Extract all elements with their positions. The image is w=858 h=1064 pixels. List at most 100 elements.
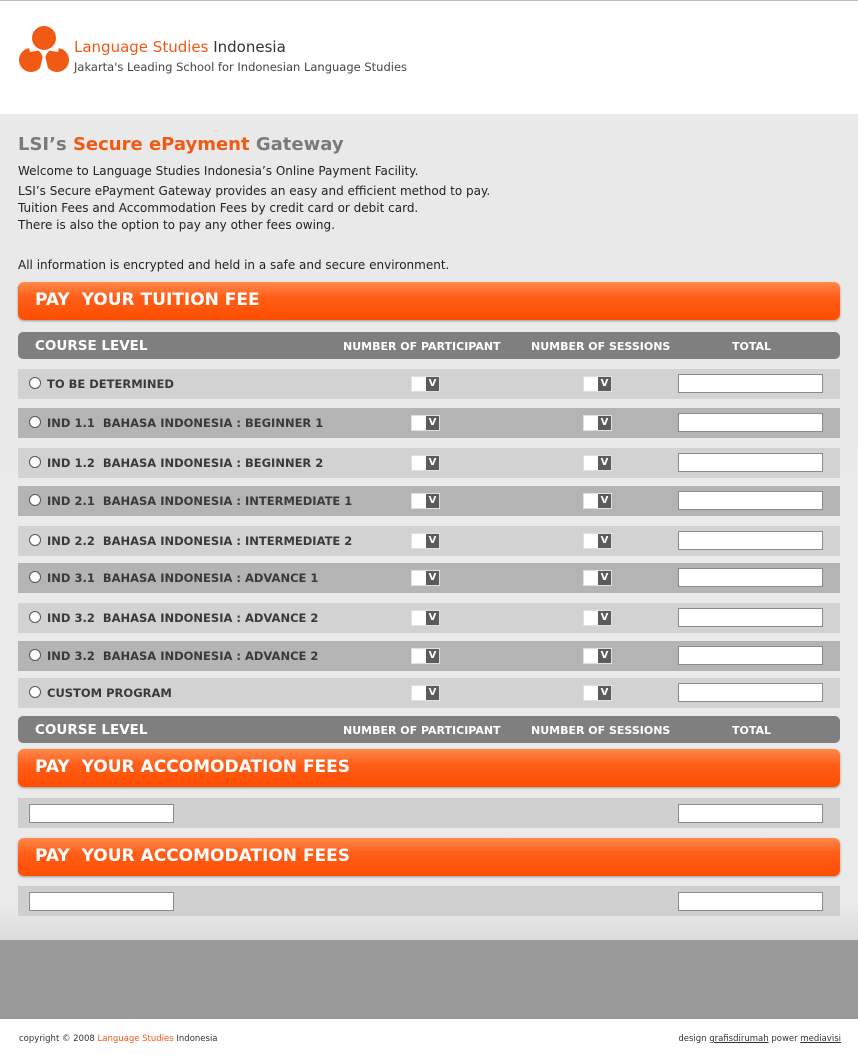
accommodation-section-title: PAY YOUR ACCOMODATION FEES	[35, 757, 351, 777]
course-radio[interactable]	[29, 686, 41, 698]
course-row: IND 2.1 BAHASA INDONESIA : INTERMEDIATE …	[18, 486, 840, 516]
footer-credits: design grafisdirumah power mediavisi	[678, 1034, 841, 1044]
total-input[interactable]	[678, 491, 823, 510]
sessions-select[interactable]: V	[583, 685, 612, 701]
accommodation-section-header-2: PAY YOUR ACCOMODATION FEES	[18, 838, 840, 876]
chevron-down-icon: V	[598, 534, 611, 548]
total-input[interactable]	[678, 608, 823, 627]
participants-select[interactable]: V	[411, 648, 440, 664]
course-label: IND 1.2 BAHASA INDONESIA : BEGINNER 2	[47, 456, 324, 470]
chevron-down-icon: V	[426, 416, 439, 430]
course-row: IND 1.1 BAHASA INDONESIA : BEGINNER 1 V V	[18, 408, 840, 438]
chevron-down-icon: V	[426, 534, 439, 548]
course-row: IND 3.2 BAHASA INDONESIA : ADVANCE 2 V V	[18, 603, 840, 633]
logo-brand-rest: Indonesia	[213, 38, 286, 56]
footer-course-level: COURSE LEVEL	[35, 722, 148, 738]
chevron-down-icon: V	[598, 416, 611, 430]
footer-band	[0, 940, 858, 1019]
total-input[interactable]	[678, 453, 823, 472]
course-label: IND 2.2 BAHASA INDONESIA : INTERMEDIATE …	[47, 534, 353, 548]
chevron-down-icon: V	[426, 686, 439, 700]
design-link[interactable]: grafisdirumah	[709, 1034, 768, 1044]
accommodation-section-title-2: PAY YOUR ACCOMODATION FEES	[35, 846, 351, 866]
course-radio[interactable]	[29, 416, 41, 428]
sessions-select[interactable]: V	[583, 415, 612, 431]
header-total: TOTAL	[732, 340, 772, 353]
sessions-select[interactable]: V	[583, 493, 612, 509]
course-table-header: COURSE LEVEL NUMBER OF PARTICIPANT NUMBE…	[18, 332, 840, 359]
footer-total: TOTAL	[732, 724, 772, 737]
sessions-select[interactable]: V	[583, 376, 612, 392]
intro-description-3: There is also the option to pay any othe…	[18, 218, 335, 232]
accommodation-description-input-2[interactable]	[29, 892, 174, 911]
tuition-section-header: PAY YOUR TUITION FEE	[18, 282, 840, 320]
course-radio[interactable]	[29, 377, 41, 389]
header-sessions: NUMBER OF SESSIONS	[531, 340, 671, 353]
sessions-select[interactable]: V	[583, 533, 612, 549]
footer-participants: NUMBER OF PARTICIPANT	[343, 724, 501, 737]
course-label: IND 2.1 BAHASA INDONESIA : INTERMEDIATE …	[47, 494, 353, 508]
participants-select[interactable]: V	[411, 493, 440, 509]
chevron-down-icon: V	[426, 377, 439, 391]
course-row: IND 1.2 BAHASA INDONESIA : BEGINNER 2 V V	[18, 448, 840, 478]
page-title-suffix: Gateway	[255, 134, 344, 155]
participants-select[interactable]: V	[411, 610, 440, 626]
course-label: IND 3.2 BAHASA INDONESIA : ADVANCE 2	[47, 611, 319, 625]
total-input[interactable]	[678, 683, 823, 702]
intro-description-2: Tuition Fees and Accommodation Fees by c…	[18, 201, 419, 215]
course-radio[interactable]	[29, 649, 41, 661]
site-tagline: Jakarta's Leading School for Indonesian …	[74, 60, 408, 74]
participants-select[interactable]: V	[411, 376, 440, 392]
chevron-down-icon: V	[426, 456, 439, 470]
power-label: power	[771, 1034, 798, 1044]
chevron-down-icon: V	[598, 686, 611, 700]
chevron-down-icon: V	[598, 377, 611, 391]
chevron-down-icon: V	[598, 456, 611, 470]
course-radio[interactable]	[29, 494, 41, 506]
page-title-accent: Secure ePayment	[72, 134, 250, 155]
total-input[interactable]	[678, 568, 823, 587]
course-label: IND 3.2 BAHASA INDONESIA : ADVANCE 2	[47, 649, 319, 663]
accommodation-amount-input[interactable]	[678, 804, 823, 823]
course-row: TO BE DETERMINED V V	[18, 369, 840, 399]
site-header: Language Studies Indonesia Jakarta's Lea…	[0, 1, 858, 114]
sessions-select[interactable]: V	[583, 570, 612, 586]
three-petal-logo-icon	[19, 26, 69, 72]
intro-description-1: LSI’s Secure ePayment Gateway provides a…	[18, 184, 491, 198]
header-course-level: COURSE LEVEL	[35, 338, 148, 354]
design-label: design	[678, 1034, 707, 1044]
total-input[interactable]	[678, 646, 823, 665]
chevron-down-icon: V	[426, 571, 439, 585]
course-radio[interactable]	[29, 571, 41, 583]
accommodation-fee-row-2	[18, 886, 840, 916]
sessions-select[interactable]: V	[583, 648, 612, 664]
footer-sessions: NUMBER OF SESSIONS	[531, 724, 671, 737]
participants-select[interactable]: V	[411, 455, 440, 471]
site-logo-title[interactable]: Language Studies Indonesia	[74, 38, 286, 56]
course-label: TO BE DETERMINED	[47, 377, 174, 391]
total-input[interactable]	[678, 531, 823, 550]
course-label: CUSTOM PROGRAM	[47, 686, 172, 700]
accommodation-amount-input-2[interactable]	[678, 892, 823, 911]
total-input[interactable]	[678, 374, 823, 393]
logo-brand-text: Language Studies	[74, 38, 209, 56]
power-link[interactable]: mediavisi	[800, 1034, 841, 1044]
course-radio[interactable]	[29, 456, 41, 468]
main-content: LSI’s Secure ePayment Gateway Welcome to…	[0, 114, 858, 940]
participants-select[interactable]: V	[411, 533, 440, 549]
page-title: LSI’s Secure ePayment Gateway	[18, 134, 344, 155]
copyright-text: copyright © 2008	[19, 1034, 95, 1044]
participants-select[interactable]: V	[411, 685, 440, 701]
footer-copyright: copyright © 2008 Language Studies Indone…	[19, 1034, 218, 1044]
participants-select[interactable]: V	[411, 570, 440, 586]
course-row: IND 3.1 BAHASA INDONESIA : ADVANCE 1 V V	[18, 563, 840, 593]
course-row: IND 3.2 BAHASA INDONESIA : ADVANCE 2 V V	[18, 641, 840, 671]
accommodation-description-input[interactable]	[29, 804, 174, 823]
course-radio[interactable]	[29, 611, 41, 623]
sessions-select[interactable]: V	[583, 610, 612, 626]
participants-select[interactable]: V	[411, 415, 440, 431]
course-row: IND 2.2 BAHASA INDONESIA : INTERMEDIATE …	[18, 526, 840, 556]
total-input[interactable]	[678, 413, 823, 432]
sessions-select[interactable]: V	[583, 455, 612, 471]
course-radio[interactable]	[29, 534, 41, 546]
